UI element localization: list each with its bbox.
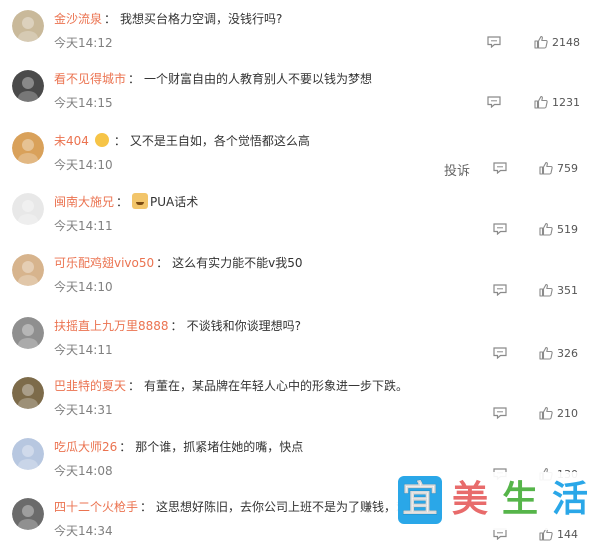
like-count: 759: [557, 162, 578, 175]
comment-text: 我想买台格力空调，没钱行吗?: [120, 12, 283, 26]
colon-separator: ：: [119, 440, 132, 454]
colon-separator: ：: [170, 319, 183, 333]
comment-text: 又不是王自如，各个觉悟都这么高: [129, 134, 310, 148]
comment-time: 今天14:15: [54, 96, 113, 110]
reply-icon[interactable]: [493, 347, 507, 359]
comment-time: 今天14:12: [54, 36, 113, 50]
comment-item: 巴韭特的夏天：有董在，某品牌在年轻人心中的形象进一步下跌。 今天14:31 21…: [0, 373, 600, 435]
doge-emoji-icon: [132, 193, 149, 209]
comment-text: 不谈钱和你谈理想吗?: [186, 319, 301, 333]
watermark-char: 活: [551, 479, 588, 520]
avatar[interactable]: [12, 438, 44, 470]
watermark-char: 生: [501, 479, 538, 520]
reply-icon[interactable]: [493, 407, 507, 419]
reply-icon[interactable]: [487, 96, 501, 108]
comment-username[interactable]: 闽南大施兄: [54, 195, 114, 209]
colon-separator: ：: [128, 72, 141, 86]
avatar[interactable]: [12, 10, 44, 42]
comment-item: 看不见得城市：一个财富自由的人教育别人不要以钱为梦想 今天14:15 1231: [0, 66, 600, 128]
comment-text: 这思想好陈旧，去你公司上班不是为了赚钱，难: [156, 500, 409, 514]
comment-time: 今天14:10: [54, 158, 113, 172]
comment-text: 一个财富自由的人教育别人不要以钱为梦想: [144, 72, 373, 86]
avatar[interactable]: [12, 498, 44, 530]
colon-separator: ：: [156, 256, 169, 270]
comment-item: 扶摇直上九万里8888：不谈钱和你谈理想吗? 今天14:11 326: [0, 313, 600, 375]
thumbs-up-icon[interactable]: [539, 283, 553, 297]
comment-username[interactable]: 看不见得城市: [54, 72, 126, 86]
comment-text: 这么有实力能不能v我50: [172, 256, 303, 270]
colon-separator: ：: [128, 379, 141, 393]
comment-username[interactable]: 金沙流泉: [54, 12, 102, 26]
like-count: 519: [557, 223, 578, 236]
thumbs-up-icon[interactable]: [534, 95, 548, 109]
comment-text: 那个谁，抓紧堵住她的嘴，快点: [135, 440, 304, 454]
comment-username[interactable]: 可乐配鸡翅vivo50: [54, 256, 154, 270]
comment-username[interactable]: 吃瓜大师26: [54, 440, 117, 454]
colon-separator: ：: [104, 12, 117, 26]
reply-icon[interactable]: [493, 284, 507, 296]
comment-time: 今天14:11: [54, 219, 113, 233]
like-count: 2148: [552, 36, 580, 49]
colon-separator: ：: [140, 500, 153, 514]
reply-icon[interactable]: [493, 223, 507, 235]
comment-item: 未404 ：又不是王自如，各个觉悟都这么高 今天14:10 投诉 759: [0, 128, 600, 190]
comment-time: 今天14:31: [54, 403, 113, 417]
comment-time: 今天14:08: [54, 464, 113, 478]
comment-username[interactable]: 巴韭特的夏天: [54, 379, 126, 393]
thumbs-up-icon[interactable]: [539, 222, 553, 236]
avatar[interactable]: [12, 317, 44, 349]
like-count: 326: [557, 347, 578, 360]
reply-icon[interactable]: [487, 36, 501, 48]
comment-text: 有董在，某品牌在年轻人心中的形象进一步下跌。: [144, 379, 409, 393]
vip-badge-icon: [94, 133, 109, 147]
comment-time: 今天14:10: [54, 280, 113, 294]
colon-separator: ：: [116, 195, 129, 209]
report-link[interactable]: 投诉: [444, 160, 470, 179]
thumbs-up-icon[interactable]: [539, 406, 553, 420]
watermark-char: 美: [451, 479, 488, 520]
thumbs-up-icon[interactable]: [539, 161, 553, 175]
like-count: 210: [557, 407, 578, 420]
comment-item: 闽南大施兄： PUA话术 今天14:11 519: [0, 189, 600, 251]
avatar[interactable]: [12, 254, 44, 286]
comment-time: 今天14:11: [54, 343, 113, 357]
watermark-logo: 宜 美 生 活: [392, 472, 600, 530]
comment-text: PUA话术: [150, 195, 199, 209]
thumbs-up-icon[interactable]: [534, 35, 548, 49]
colon-separator: ：: [113, 134, 126, 148]
comment-username[interactable]: 四十二个火枪手: [54, 500, 138, 514]
like-count: 1231: [552, 96, 580, 109]
like-count: 351: [557, 284, 578, 297]
comment-item: 可乐配鸡翅vivo50：这么有实力能不能v我50 今天14:10 351: [0, 250, 600, 312]
avatar[interactable]: [12, 132, 44, 164]
watermark-char: 宜: [398, 476, 442, 524]
avatar[interactable]: [12, 377, 44, 409]
thumbs-up-icon[interactable]: [539, 346, 553, 360]
comment-username[interactable]: 未404: [54, 134, 89, 148]
avatar[interactable]: [12, 193, 44, 225]
comment-time: 今天14:34: [54, 524, 113, 538]
comment-username[interactable]: 扶摇直上九万里8888: [54, 319, 169, 333]
avatar[interactable]: [12, 70, 44, 102]
comment-item: 金沙流泉：我想买台格力空调，没钱行吗? 今天14:12 2148: [0, 6, 600, 68]
reply-icon[interactable]: [493, 162, 507, 174]
